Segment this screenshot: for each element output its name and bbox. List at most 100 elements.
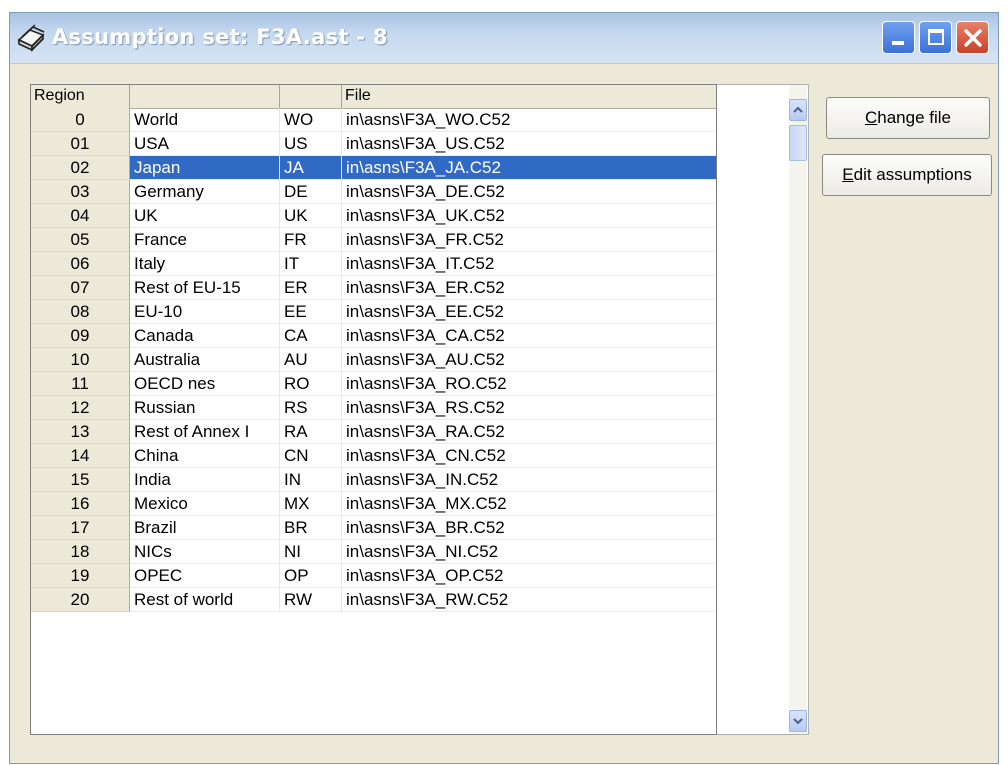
file-cell: in\asns\F3A_IN.C52 bbox=[342, 468, 716, 492]
table-row[interactable]: 10 Australia AU in\asns\F3A_AU.C52 bbox=[31, 348, 716, 372]
region-cell: 02 bbox=[31, 156, 130, 180]
table-row[interactable]: 03 Germany DE in\asns\F3A_DE.C52 bbox=[31, 180, 716, 204]
file-cell: in\asns\F3A_BR.C52 bbox=[342, 516, 716, 540]
name-cell: Rest of world bbox=[130, 588, 280, 612]
file-cell: in\asns\F3A_RW.C52 bbox=[342, 588, 716, 612]
chevron-down-icon bbox=[793, 718, 803, 725]
table-row[interactable]: 04 UK UK in\asns\F3A_UK.C52 bbox=[31, 204, 716, 228]
table-row[interactable]: 01 USA US in\asns\F3A_US.C52 bbox=[31, 132, 716, 156]
file-cell: in\asns\F3A_RA.C52 bbox=[342, 420, 716, 444]
code-cell: RA bbox=[280, 420, 342, 444]
table-row[interactable]: 14 China CN in\asns\F3A_CN.C52 bbox=[31, 444, 716, 468]
maximize-button[interactable] bbox=[919, 21, 952, 54]
name-cell: China bbox=[130, 444, 280, 468]
name-cell: Canada bbox=[130, 324, 280, 348]
scroll-up-button[interactable] bbox=[789, 99, 807, 121]
region-cell: 17 bbox=[31, 516, 130, 540]
name-cell: Japan bbox=[130, 156, 280, 180]
file-cell: in\asns\F3A_EE.C52 bbox=[342, 300, 716, 324]
name-cell: Rest of Annex I bbox=[130, 420, 280, 444]
name-cell: Brazil bbox=[130, 516, 280, 540]
file-cell: in\asns\F3A_RS.C52 bbox=[342, 396, 716, 420]
region-file-list[interactable]: Region File 0 World WO in\asns\F3A_WO.C52 01… bbox=[30, 84, 717, 735]
close-icon bbox=[964, 29, 982, 47]
table-row[interactable]: 02 Japan JA in\asns\F3A_JA.C52 bbox=[31, 156, 716, 180]
table-row[interactable]: 09 Canada CA in\asns\F3A_CA.C52 bbox=[31, 324, 716, 348]
region-cell: 10 bbox=[31, 348, 130, 372]
file-cell: in\asns\F3A_US.C52 bbox=[342, 132, 716, 156]
file-cell: in\asns\F3A_FR.C52 bbox=[342, 228, 716, 252]
code-cell: RW bbox=[280, 588, 342, 612]
column-header-file[interactable]: File bbox=[342, 85, 716, 108]
region-cell: 0 bbox=[31, 108, 130, 132]
region-cell: 11 bbox=[31, 372, 130, 396]
table-row[interactable]: 08 EU-10 EE in\asns\F3A_EE.C52 bbox=[31, 300, 716, 324]
name-cell: Russian bbox=[130, 396, 280, 420]
table-row[interactable]: 06 Italy IT in\asns\F3A_IT.C52 bbox=[31, 252, 716, 276]
table-row[interactable]: 05 France FR in\asns\F3A_FR.C52 bbox=[31, 228, 716, 252]
file-cell: in\asns\F3A_OP.C52 bbox=[342, 564, 716, 588]
file-cell: in\asns\F3A_JA.C52 bbox=[342, 156, 716, 180]
edit-assumptions-button[interactable]: Edit assumptions bbox=[822, 154, 992, 196]
name-cell: Mexico bbox=[130, 492, 280, 516]
name-cell: OPEC bbox=[130, 564, 280, 588]
file-cell: in\asns\F3A_WO.C52 bbox=[342, 108, 716, 132]
name-cell: USA bbox=[130, 132, 280, 156]
scroll-thumb[interactable] bbox=[789, 125, 807, 161]
code-cell: OP bbox=[280, 564, 342, 588]
region-cell: 08 bbox=[31, 300, 130, 324]
table-row[interactable]: 11 OECD nes RO in\asns\F3A_RO.C52 bbox=[31, 372, 716, 396]
region-cell: 01 bbox=[31, 132, 130, 156]
table-row[interactable]: 19 OPEC OP in\asns\F3A_OP.C52 bbox=[31, 564, 716, 588]
region-cell: 20 bbox=[31, 588, 130, 612]
region-cell: 18 bbox=[31, 540, 130, 564]
change-file-button[interactable]: Change file bbox=[826, 97, 990, 139]
table-row[interactable]: 15 India IN in\asns\F3A_IN.C52 bbox=[31, 468, 716, 492]
code-cell: CN bbox=[280, 444, 342, 468]
vertical-scrollbar[interactable] bbox=[789, 85, 807, 734]
table-row[interactable]: 12 Russian RS in\asns\F3A_RS.C52 bbox=[31, 396, 716, 420]
table-row[interactable]: 17 Brazil BR in\asns\F3A_BR.C52 bbox=[31, 516, 716, 540]
code-cell: US bbox=[280, 132, 342, 156]
table-row[interactable]: 20 Rest of world RW in\asns\F3A_RW.C52 bbox=[31, 588, 716, 612]
name-cell: Germany bbox=[130, 180, 280, 204]
table-row[interactable]: 18 NICs NI in\asns\F3A_NI.C52 bbox=[31, 540, 716, 564]
table-row[interactable]: 13 Rest of Annex I RA in\asns\F3A_RA.C52 bbox=[31, 420, 716, 444]
file-cell: in\asns\F3A_ER.C52 bbox=[342, 276, 716, 300]
chevron-up-icon bbox=[793, 106, 803, 113]
file-cell: in\asns\F3A_UK.C52 bbox=[342, 204, 716, 228]
region-cell: 15 bbox=[31, 468, 130, 492]
code-cell: BR bbox=[280, 516, 342, 540]
code-cell: ER bbox=[280, 276, 342, 300]
column-header-region[interactable]: Region bbox=[31, 85, 130, 108]
region-cell: 07 bbox=[31, 276, 130, 300]
column-header-name[interactable] bbox=[130, 85, 280, 108]
edit-assumptions-label: dit assumptions bbox=[853, 165, 972, 184]
name-cell: Italy bbox=[130, 252, 280, 276]
title-bar[interactable]: Assumption set: F3A.ast - 8 bbox=[10, 13, 998, 64]
minimize-button[interactable] bbox=[882, 21, 915, 54]
list-scroll-area bbox=[717, 84, 809, 735]
table-row[interactable]: 0 World WO in\asns\F3A_WO.C52 bbox=[31, 108, 716, 132]
code-cell: IT bbox=[280, 252, 342, 276]
column-header-code[interactable] bbox=[280, 85, 342, 108]
file-cell: in\asns\F3A_AU.C52 bbox=[342, 348, 716, 372]
minimize-icon bbox=[892, 41, 904, 45]
change-file-mnemonic: C bbox=[864, 108, 878, 127]
table-row[interactable]: 07 Rest of EU-15 ER in\asns\F3A_ER.C52 bbox=[31, 276, 716, 300]
file-cell: in\asns\F3A_MX.C52 bbox=[342, 492, 716, 516]
scroll-down-button[interactable] bbox=[789, 710, 807, 732]
maximize-icon bbox=[928, 29, 944, 45]
change-file-label: hange file bbox=[877, 108, 951, 127]
name-cell: UK bbox=[130, 204, 280, 228]
code-cell: WO bbox=[280, 108, 342, 132]
region-cell: 14 bbox=[31, 444, 130, 468]
code-cell: MX bbox=[280, 492, 342, 516]
table-row[interactable]: 16 Mexico MX in\asns\F3A_MX.C52 bbox=[31, 492, 716, 516]
file-cell: in\asns\F3A_CN.C52 bbox=[342, 444, 716, 468]
close-button[interactable] bbox=[956, 21, 989, 54]
name-cell: NICs bbox=[130, 540, 280, 564]
region-cell: 19 bbox=[31, 564, 130, 588]
books-icon bbox=[17, 24, 45, 52]
list-header: Region File bbox=[31, 85, 716, 109]
